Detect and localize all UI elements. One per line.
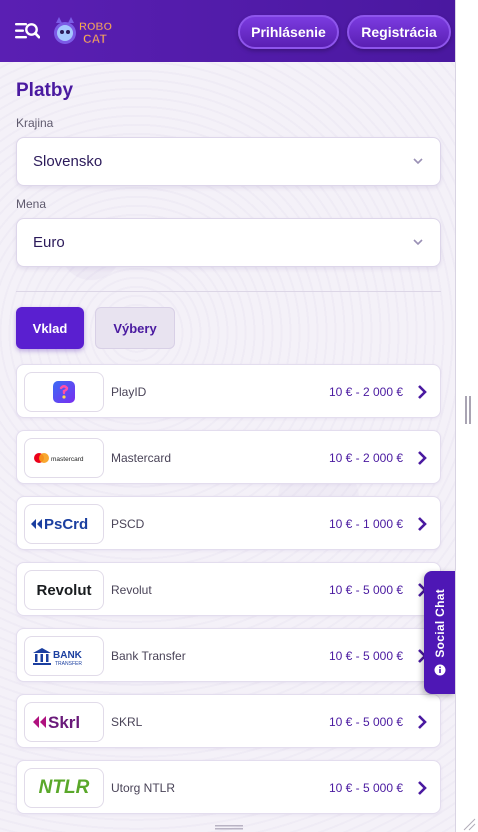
currency-select[interactable]: Euro bbox=[16, 218, 441, 267]
chevron-right-icon bbox=[418, 715, 427, 729]
payment-method-mastercard[interactable]: mastercard Mastercard 10 € - 2 000 € bbox=[16, 430, 441, 484]
payment-method-pscd[interactable]: PsCrd PSCD 10 € - 1 000 € bbox=[16, 496, 441, 550]
revolut-logo: Revolut bbox=[24, 570, 104, 610]
pscd-logo: PsCrd bbox=[24, 504, 104, 544]
method-limit-range: 10 € - 5 000 € bbox=[328, 649, 403, 663]
method-limit-range: 10 € - 2 000 € bbox=[328, 451, 403, 465]
login-button[interactable]: Prihlásenie bbox=[238, 15, 339, 49]
chevron-right-icon bbox=[418, 385, 427, 399]
method-limit-range: 10 € - 2 000 € bbox=[328, 385, 403, 399]
ntlr-logo-text: NTLR bbox=[38, 777, 90, 798]
tab-withdrawals[interactable]: Výbery bbox=[95, 307, 175, 349]
revolut-logo-text: Revolut bbox=[36, 581, 92, 599]
bank-transfer-logo: BANK TRANSFER bbox=[24, 636, 104, 676]
payment-method-revolut[interactable]: Revolut Revolut 10 € - 5 000 € bbox=[16, 562, 441, 616]
bank-logo-text: BANK bbox=[53, 650, 83, 661]
currency-label: Mena bbox=[16, 197, 47, 211]
payment-method-playid[interactable]: PlayID 10 € - 2 000 € bbox=[16, 364, 441, 418]
bottom-drag-handle[interactable] bbox=[213, 824, 245, 832]
ntlr-logo: NTLR bbox=[24, 768, 104, 808]
top-header: ROBO CAT Prihlásenie Registrácia bbox=[0, 0, 455, 62]
page-frame: ROBO CAT Prihlásenie Registrácia Platby … bbox=[0, 0, 456, 832]
resize-grip-icon[interactable] bbox=[462, 817, 476, 831]
social-chat-button[interactable]: Social Chat bbox=[424, 571, 455, 694]
chevron-right-icon bbox=[418, 781, 427, 795]
chevron-right-icon bbox=[418, 451, 427, 465]
skrl-logo-text: Skrl bbox=[48, 713, 80, 732]
method-name: Bank Transfer bbox=[111, 649, 186, 663]
mastercard-logo-text: mastercard bbox=[51, 456, 84, 463]
payment-method-skrl[interactable]: Skrl SKRL 10 € - 5 000 € bbox=[16, 694, 441, 748]
method-limit-range: 10 € - 5 000 € bbox=[328, 781, 403, 795]
method-limit-range: 10 € - 1 000 € bbox=[328, 517, 403, 531]
menu-search-icon[interactable] bbox=[14, 20, 40, 42]
section-divider bbox=[16, 291, 441, 292]
payment-method-utorg-ntlr[interactable]: NTLR Utorg NTLR 10 € - 5 000 € bbox=[16, 760, 441, 814]
chevron-down-icon bbox=[413, 239, 423, 246]
logo-word-bottom: CAT bbox=[83, 32, 107, 46]
pscd-logo-text: PsCrd bbox=[44, 516, 88, 533]
register-button[interactable]: Registrácia bbox=[347, 15, 451, 49]
method-name: PSCD bbox=[111, 517, 145, 531]
method-name: SKRL bbox=[111, 715, 143, 729]
country-label: Krajina bbox=[16, 116, 54, 130]
chevron-down-icon bbox=[413, 158, 423, 165]
country-select[interactable]: Slovensko bbox=[16, 137, 441, 186]
method-name: Mastercard bbox=[111, 451, 172, 465]
chevron-right-icon bbox=[418, 517, 427, 531]
info-icon bbox=[434, 664, 446, 676]
payment-method-bank-transfer[interactable]: BANK TRANSFER Bank Transfer 10 € - 5 000… bbox=[16, 628, 441, 682]
mastercard-logo: mastercard bbox=[24, 438, 104, 478]
playid-logo bbox=[24, 372, 104, 412]
social-chat-label: Social Chat bbox=[433, 589, 447, 658]
page-title: Platby bbox=[16, 80, 74, 101]
method-name: Revolut bbox=[111, 583, 152, 597]
skrl-logo: Skrl bbox=[24, 702, 104, 742]
bank-logo-subtext: TRANSFER bbox=[55, 661, 82, 667]
country-value: Slovensko bbox=[33, 153, 103, 170]
method-limit-range: 10 € - 5 000 € bbox=[328, 715, 403, 729]
method-name: Utorg NTLR bbox=[111, 781, 176, 795]
robocat-logo[interactable]: ROBO CAT bbox=[50, 13, 120, 51]
currency-value: Euro bbox=[33, 234, 65, 251]
method-limit-range: 10 € - 5 000 € bbox=[328, 583, 403, 597]
tab-deposit[interactable]: Vklad bbox=[16, 307, 84, 349]
scrollbar-handle[interactable] bbox=[465, 396, 471, 424]
method-name: PlayID bbox=[111, 385, 147, 399]
